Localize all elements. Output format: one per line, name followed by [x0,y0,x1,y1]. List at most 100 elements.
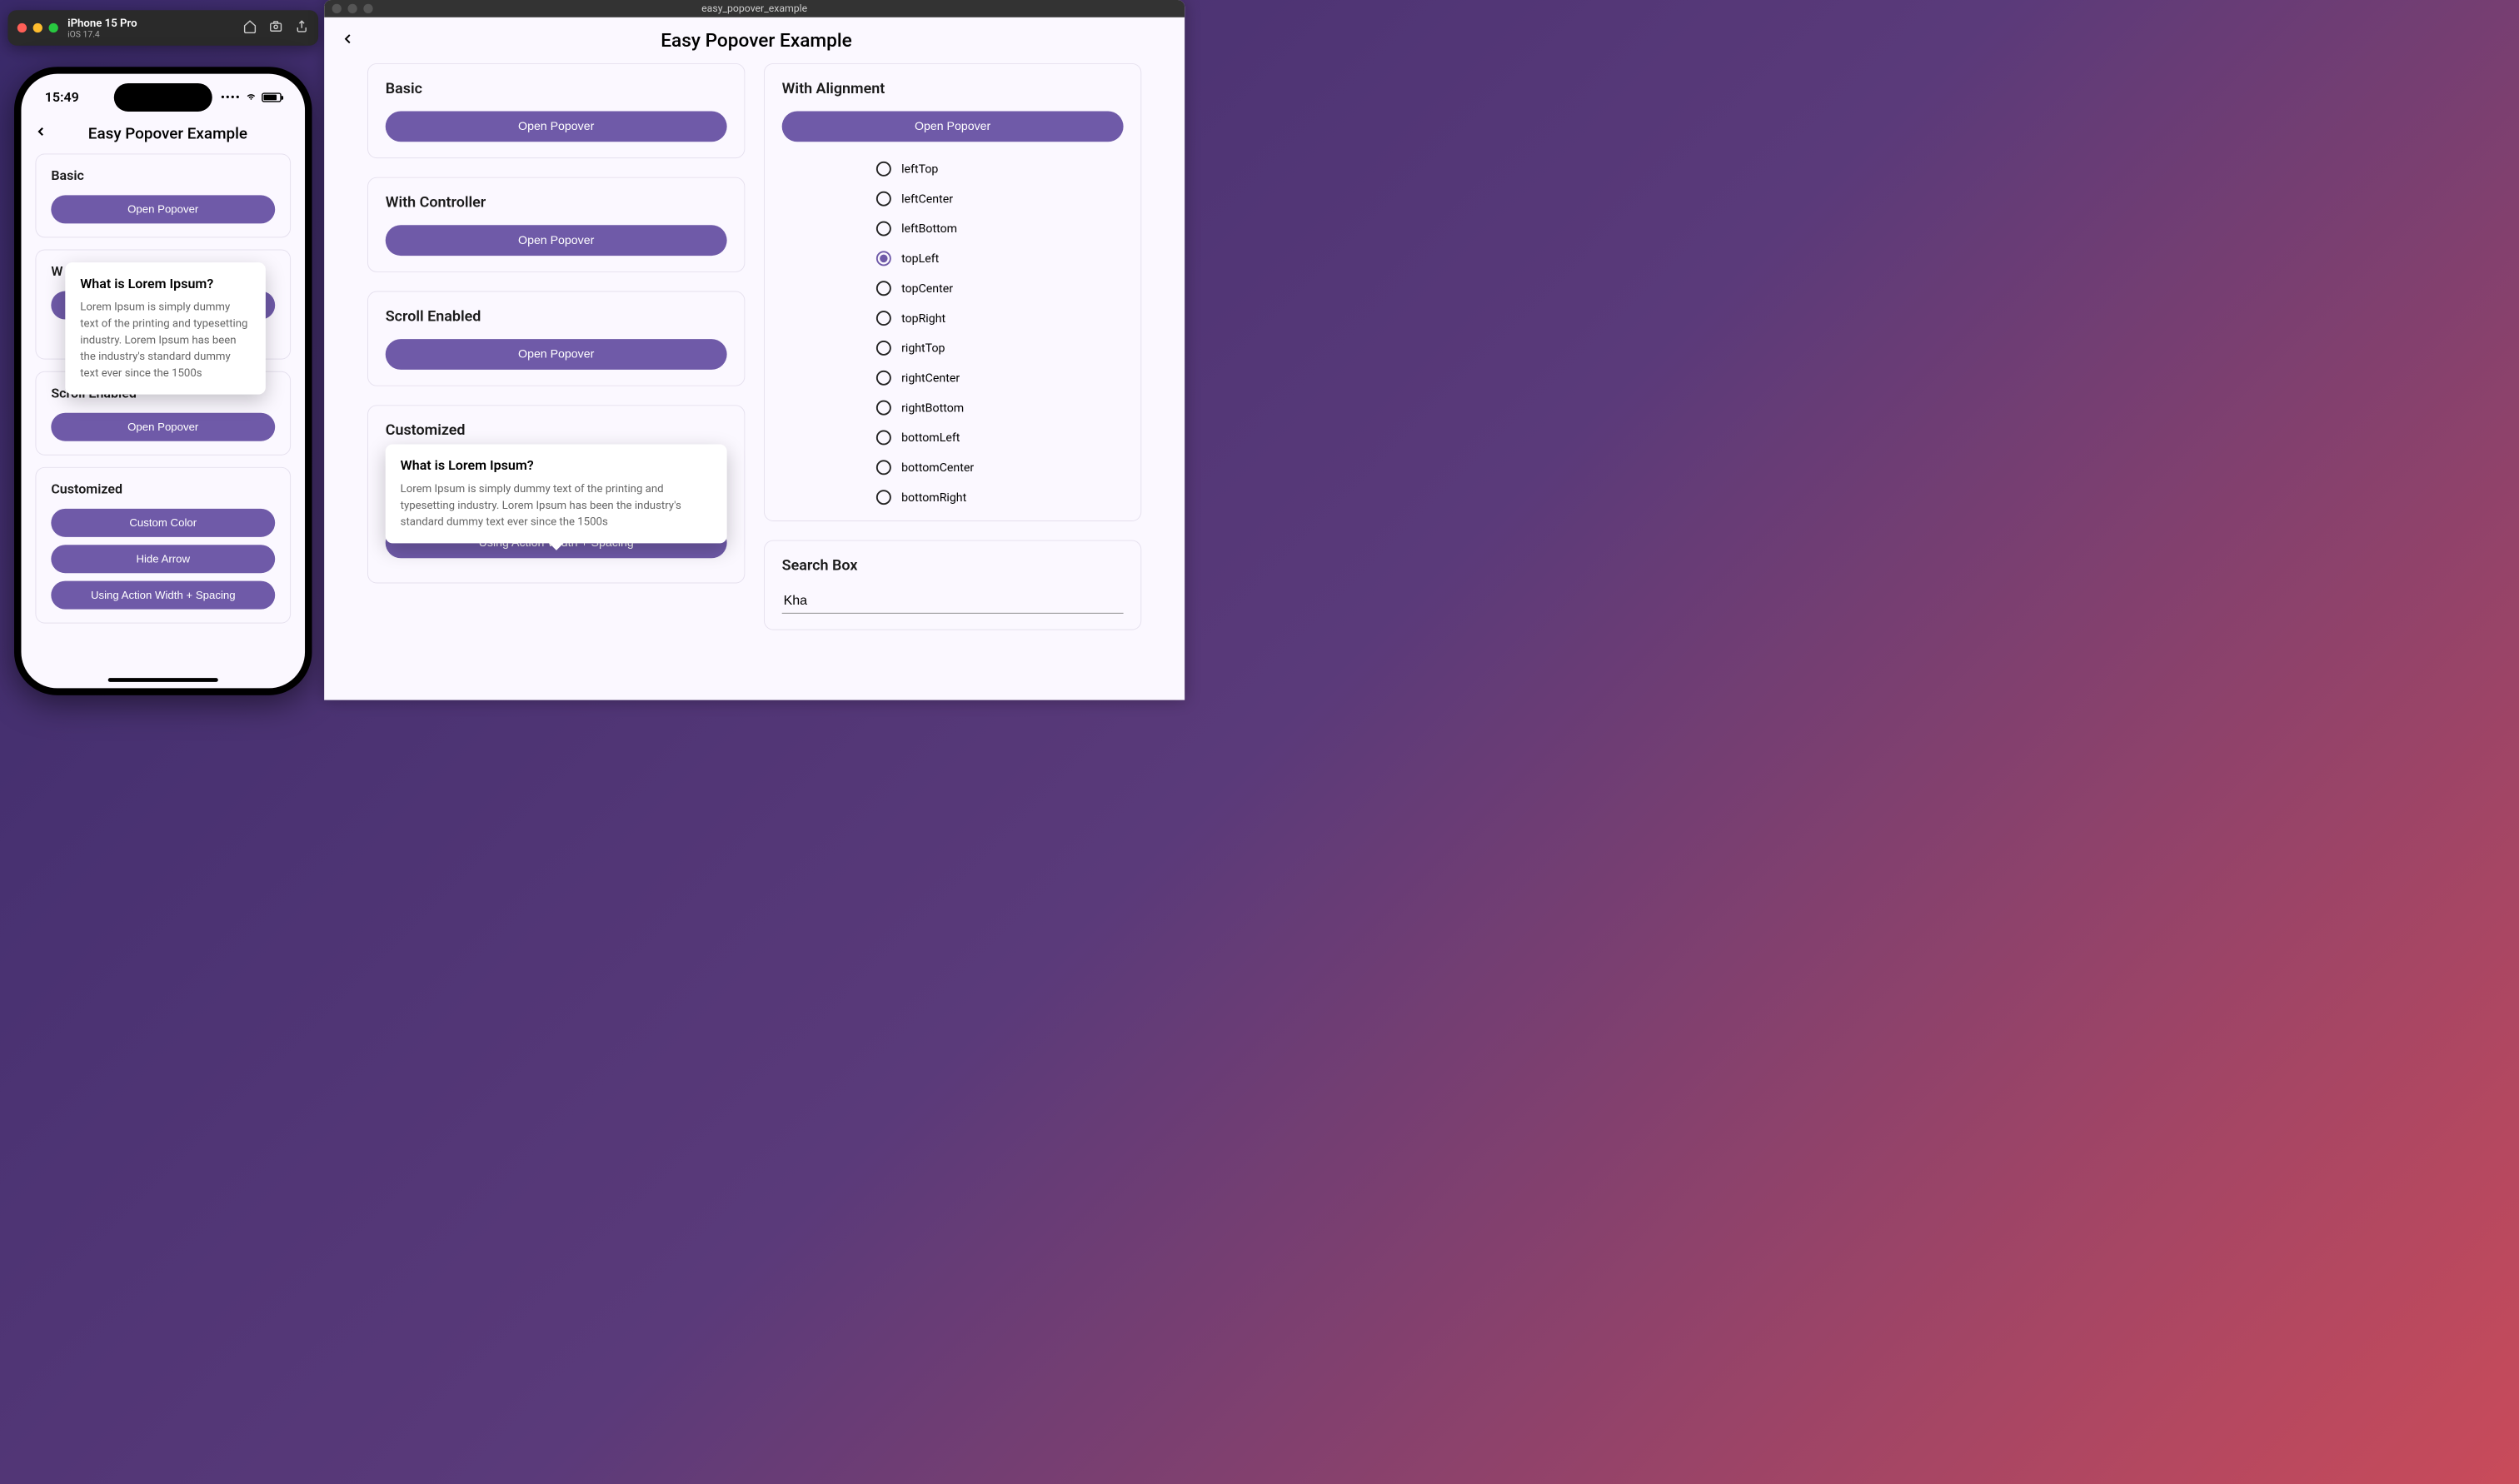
alignment-radio-list: leftTop leftCenter leftBottom topLeft topCen… [782,162,1124,505]
radio-label: bottomLeft [901,431,960,445]
phone-app-bar: Easy Popover Example [21,113,305,154]
window-title: easy_popover_example [324,2,1185,14]
home-icon[interactable] [243,19,257,37]
phone-page-title: Easy Popover Example [59,124,277,142]
radio-label: bottomRight [901,491,966,505]
alignment-card: With Alignment Open Popover leftTop leftC… [764,63,1141,521]
basic-card: Basic Open Popover [367,63,745,158]
radio-label: bottomCenter [901,461,974,475]
traffic-lights [17,23,58,32]
left-column: Basic Open Popover With Controller Open … [367,63,745,630]
popover-arrow-icon [548,542,564,550]
radio-option-rightBottom[interactable]: rightBottom [876,401,1124,416]
maximize-window-button[interactable] [48,23,57,32]
customized-card-title: Customized [51,481,275,497]
radio-label: leftCenter [901,192,953,206]
popover-title: What is Lorem Ipsum? [80,276,251,291]
popover: What is Lorem Ipsum? Lorem Ipsum is simp… [65,262,266,394]
radio-icon [876,311,891,326]
simulator-toolbar: iPhone 15 Pro iOS 17.4 [7,10,318,45]
radio-label: topLeft [901,251,939,266]
phone-content-scroll[interactable]: Basic Open Popover W Scroll Enabled Open… [21,153,305,677]
wifi-icon [245,90,257,105]
radio-icon [876,162,891,177]
radio-icon [876,192,891,207]
basic-card: Basic Open Popover [35,153,291,237]
open-popover-button[interactable]: Open Popover [386,225,727,256]
radio-option-topCenter[interactable]: topCenter [876,281,1124,296]
radio-option-topLeft[interactable]: topLeft [876,251,1124,266]
radio-label: leftBottom [901,222,957,236]
right-column: With Alignment Open Popover leftTop leftC… [764,63,1141,630]
customized-card-title: Customized [386,421,466,439]
search-box-card: Search Box [764,540,1141,630]
hide-arrow-button[interactable]: Hide Arrow [51,545,275,573]
status-time: 15:49 [45,90,79,106]
radio-label: rightTop [901,341,945,356]
radio-option-bottomCenter[interactable]: bottomCenter [876,460,1124,475]
desktop-window: easy_popover_example Easy Popover Exampl… [324,0,1185,700]
radio-option-topRight[interactable]: topRight [876,311,1124,326]
home-indicator[interactable] [108,678,218,682]
desktop-app-bar: Easy Popover Example [324,17,1185,63]
device-os: iOS 17.4 [67,29,238,39]
popover-body: Lorem Ipsum is simply dummy text of the … [80,298,251,381]
back-icon[interactable] [34,124,48,142]
open-popover-button[interactable]: Open Popover [51,413,275,441]
radio-option-bottomRight[interactable]: bottomRight [876,490,1124,505]
phone-device-frame: 15:49 •••• Easy Popover Example Basic Op… [14,67,312,695]
radio-icon [876,371,891,386]
popover-title: What is Lorem Ipsum? [401,458,712,474]
radio-option-leftCenter[interactable]: leftCenter [876,192,1124,207]
open-popover-button[interactable]: Open Popover [386,111,727,142]
minimize-window-button[interactable] [33,23,42,32]
custom-color-button[interactable]: Custom Color [51,509,275,537]
radio-icon [876,281,891,296]
alignment-card-title: With Alignment [782,80,1124,97]
phone-notch [114,83,212,112]
back-icon[interactable] [340,29,356,52]
share-icon[interactable] [295,19,309,37]
desktop-page-title: Easy Popover Example [367,29,1145,52]
radio-option-leftTop[interactable]: leftTop [876,162,1124,177]
device-name: iPhone 15 Pro [67,17,238,30]
customized-card: Customized Custom Color Hide Arrow Using… [35,467,291,624]
basic-card-title: Basic [386,80,727,97]
radio-option-rightCenter[interactable]: rightCenter [876,371,1124,386]
controller-card-title: With Controller [386,194,727,212]
customized-card: Customized Using Action Width + Spacing … [367,405,745,583]
scroll-card-title: Scroll Enabled [386,307,727,325]
radio-icon [876,251,891,266]
with-controller-card: With Controller Open Popover [367,177,745,272]
popover-body: Lorem Ipsum is simply dummy text of the … [401,481,712,530]
radio-option-bottomLeft[interactable]: bottomLeft [876,431,1124,446]
scroll-enabled-card: Scroll Enabled Open Popover [367,291,745,386]
radio-label: topCenter [901,281,953,296]
battery-icon [262,92,282,102]
radio-icon [876,401,891,416]
radio-icon [876,431,891,446]
radio-option-leftBottom[interactable]: leftBottom [876,222,1124,237]
radio-label: rightBottom [901,401,964,415]
open-popover-button[interactable]: Open Popover [386,339,727,370]
radio-icon [876,341,891,356]
radio-option-rightTop[interactable]: rightTop [876,341,1124,356]
radio-icon [876,490,891,505]
desktop-titlebar: easy_popover_example [324,0,1185,17]
open-popover-button[interactable]: Open Popover [51,195,275,223]
close-window-button[interactable] [17,23,27,32]
radio-icon [876,222,891,237]
radio-label: leftTop [901,162,938,177]
action-width-spacing-button[interactable]: Using Action Width + Spacing [51,581,275,610]
radio-label: topRight [901,311,945,326]
basic-card-title: Basic [51,167,275,183]
search-card-title: Search Box [782,556,1124,574]
screenshot-icon[interactable] [269,19,283,37]
popover: What is Lorem Ipsum? Lorem Ipsum is simp… [386,444,727,543]
phone-screen: 15:49 •••• Easy Popover Example Basic Op… [21,74,305,689]
open-popover-button[interactable]: Open Popover [782,111,1124,142]
radio-icon [876,460,891,475]
search-input[interactable] [782,588,1124,614]
signal-icon: •••• [221,91,241,105]
radio-label: rightCenter [901,371,960,386]
